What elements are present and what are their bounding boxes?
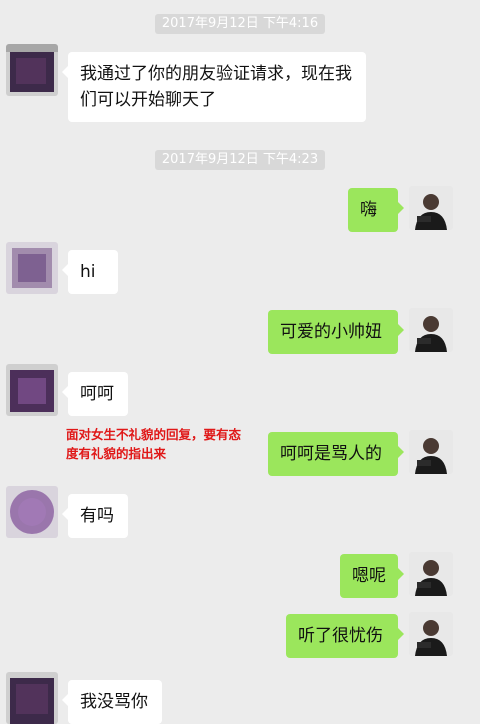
user-photo-icon — [409, 186, 453, 230]
message-bubble-incoming[interactable]: 呵呵 — [62, 372, 128, 416]
message-text: 嗯呢 — [352, 566, 386, 586]
my-avatar[interactable] — [409, 612, 453, 656]
message-text: 有吗 — [80, 506, 114, 526]
user-photo-icon — [409, 430, 453, 474]
my-avatar[interactable] — [409, 430, 453, 474]
blurred-avatar-icon — [6, 242, 58, 294]
blurred-avatar-icon — [6, 44, 58, 96]
blurred-avatar-icon — [6, 364, 58, 416]
contact-avatar[interactable] — [6, 44, 58, 96]
my-avatar[interactable] — [409, 308, 453, 352]
blurred-avatar-icon — [6, 672, 58, 724]
message-text: 呵呵 — [80, 384, 114, 404]
message-bubble-incoming[interactable]: 有吗 — [62, 494, 128, 538]
message-text: 嗨 — [360, 200, 377, 220]
message-bubble-outgoing[interactable]: 呵呵是骂人的 — [268, 432, 404, 476]
user-photo-icon — [409, 552, 453, 596]
timestamp-label: 2017年9月12日 下午4:16 — [154, 14, 326, 34]
contact-avatar[interactable] — [6, 242, 58, 294]
message-text: 我通过了你的朋友验证请求，现在我们可以开始聊天了 — [80, 64, 352, 110]
user-photo-icon — [409, 612, 453, 656]
message-text: hi — [80, 262, 96, 282]
contact-avatar[interactable] — [6, 672, 58, 724]
blurred-avatar-icon — [6, 486, 58, 538]
timestamp: 2017年9月12日 下午4:16 — [0, 12, 480, 34]
message-bubble-outgoing[interactable]: 可爱的小帅妞 — [268, 310, 404, 354]
message-bubble-outgoing[interactable]: 嗯呢 — [340, 554, 404, 598]
message-bubble-outgoing[interactable]: 听了很忧伤 — [286, 614, 404, 658]
message-bubble-incoming[interactable]: 我没骂你 — [62, 680, 162, 724]
user-photo-icon — [409, 308, 453, 352]
timestamp: 2017年9月12日 下午4:23 — [0, 148, 480, 170]
message-text: 呵呵是骂人的 — [280, 444, 382, 464]
annotation-note: 面对女生不礼貌的回复，要有态度有礼貌的指出来 — [66, 427, 242, 461]
message-bubble-incoming[interactable]: hi — [62, 250, 118, 294]
message-text: 我没骂你 — [80, 692, 148, 712]
my-avatar[interactable] — [409, 186, 453, 230]
chat-window: 2017年9月12日 下午4:16 我通过了你的朋友验证请求，现在我们可以开始聊… — [0, 0, 480, 724]
my-avatar[interactable] — [409, 552, 453, 596]
message-text: 听了很忧伤 — [298, 626, 383, 646]
timestamp-label: 2017年9月12日 下午4:23 — [154, 150, 326, 170]
message-bubble-incoming[interactable]: 我通过了你的朋友验证请求，现在我们可以开始聊天了 — [62, 52, 366, 122]
contact-avatar[interactable] — [6, 364, 58, 416]
message-bubble-outgoing[interactable]: 嗨 — [348, 188, 404, 232]
contact-avatar[interactable] — [6, 486, 58, 538]
message-text: 可爱的小帅妞 — [280, 322, 382, 342]
